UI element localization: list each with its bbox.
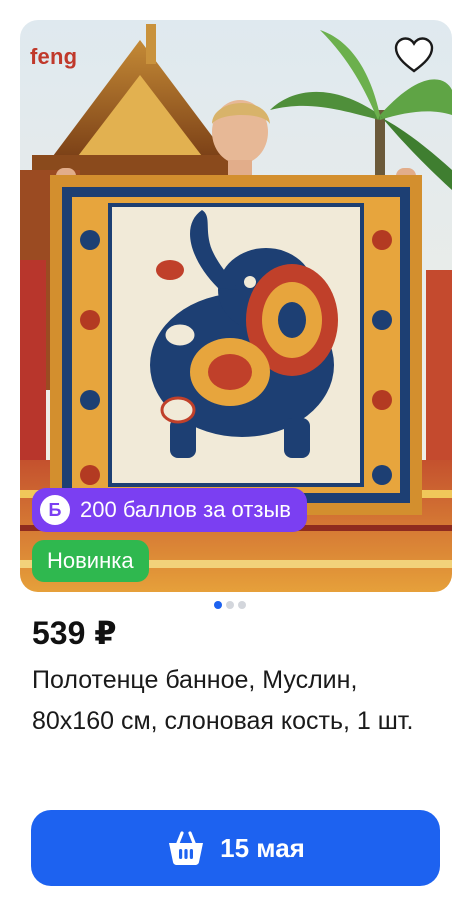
review-points-badge[interactable]: Б 200 баллов за отзыв xyxy=(32,488,307,532)
points-badge-label: 200 баллов за отзыв xyxy=(80,497,291,522)
carousel-dot xyxy=(214,601,222,609)
carousel-indicator xyxy=(0,601,460,609)
carousel-dot xyxy=(238,601,246,609)
product-price: 539 ₽ xyxy=(32,615,117,651)
new-badge: Новинка xyxy=(32,540,149,582)
heart-icon xyxy=(394,37,434,73)
basket-icon xyxy=(169,831,204,865)
points-icon: Б xyxy=(40,495,70,525)
brand-label: feng xyxy=(30,44,78,69)
carousel-dot xyxy=(226,601,234,609)
product-card[interactable]: feng Б 200 баллов за отзыв Новинка 539 ₽… xyxy=(0,0,460,916)
add-to-cart-button[interactable]: 15 мая xyxy=(31,810,440,886)
product-title[interactable]: Полотенце банное, Муслин, 80х160 см, сло… xyxy=(32,660,442,742)
delivery-date-label: 15 мая xyxy=(220,832,305,863)
favorite-button[interactable] xyxy=(388,30,440,82)
